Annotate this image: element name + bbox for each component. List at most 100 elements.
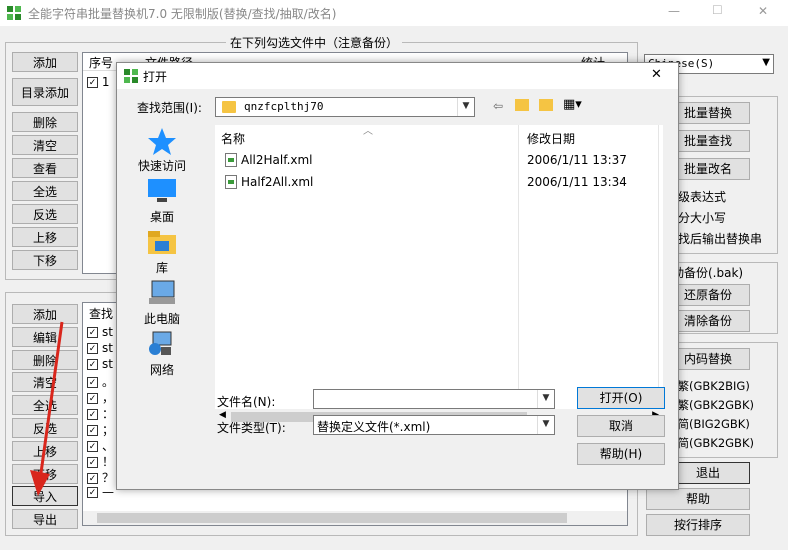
dialog-close-icon[interactable]: ✕ <box>651 67 662 82</box>
rule-row-text: ， <box>102 391 115 405</box>
rule-row-text: ！ <box>102 455 115 469</box>
open-button[interactable]: 打开(O) <box>577 387 665 409</box>
rule-row-text: ： <box>102 407 115 421</box>
rule-row-checkbox[interactable]: ✓ <box>87 393 98 404</box>
quick-access-icon <box>117 127 207 157</box>
dialog-app-icon <box>123 68 139 87</box>
top-button-5[interactable]: 全选 <box>12 181 78 201</box>
rule-row-checkbox[interactable]: ✓ <box>87 327 98 338</box>
dialog-help-button[interactable]: 帮助(H) <box>577 443 665 465</box>
back-icon[interactable]: ⇦ <box>493 99 503 113</box>
rule-row-checkbox[interactable]: ✓ <box>87 359 98 370</box>
place-label: 此电脑 <box>143 312 180 326</box>
rule-row-checkbox[interactable]: ✓ <box>87 377 98 388</box>
rule-row-checkbox[interactable]: ✓ <box>87 441 98 452</box>
rule-row-text: 、 <box>102 439 115 453</box>
place-label: 桌面 <box>149 210 174 224</box>
open-file-dialog: 打开 ✕ 查找范围(I): qnzfcplthj70 ▼ ⇦ ▦▾ 快速访问桌面… <box>116 62 679 490</box>
rule-row-checkbox[interactable]: ✓ <box>87 409 98 420</box>
rule-row[interactable]: ✓ — <box>87 485 114 501</box>
conversion-option-3[interactable]: 转简(GBK2GBK) <box>666 435 754 451</box>
file-row-checkbox[interactable]: ✓ <box>87 77 98 88</box>
bottom-button-9[interactable]: 导出 <box>12 509 78 530</box>
maximize-icon[interactable]: ☐ <box>712 3 723 17</box>
rule-row[interactable]: ✓？ <box>87 469 114 485</box>
top-button-6[interactable]: 反选 <box>12 204 78 224</box>
top-button-1[interactable]: 目录添加 <box>12 78 78 106</box>
col-date[interactable]: 修改日期 <box>527 130 575 147</box>
dialog-title: 打开 <box>143 70 168 84</box>
xml-file-icon <box>225 175 237 189</box>
file-date: 2006/1/11 13:37 <box>527 153 627 167</box>
library-icon <box>117 229 207 259</box>
minimize-icon[interactable]: — <box>668 4 680 18</box>
place-quick-access[interactable]: 快速访问 <box>117 127 207 174</box>
file-list-item[interactable]: Half2All.xml 2006/1/11 13:34 <box>215 171 663 193</box>
rule-row[interactable]: ✓。 <box>87 373 114 389</box>
close-icon[interactable]: ✕ <box>758 4 768 18</box>
scroll-thumb[interactable] <box>97 513 567 523</box>
target-files-group-title: 在下列勾选文件中（注意备份） <box>226 34 403 51</box>
look-in-label: 查找范围(I): <box>137 101 202 115</box>
top-button-0[interactable]: 添加 <box>12 52 78 72</box>
up-folder-icon[interactable] <box>515 99 529 111</box>
place-this-pc[interactable]: 此电脑 <box>117 280 207 327</box>
rule-row-text: ？ <box>102 471 115 485</box>
rule-row[interactable]: ✓， <box>87 389 114 405</box>
rule-row[interactable]: ✓ st <box>87 325 113 341</box>
help-button[interactable]: 帮助 <box>646 488 750 510</box>
sort-lines-button[interactable]: 按行排序 <box>646 514 750 536</box>
file-browser[interactable]: ︿ 名称 修改日期 All2Half.xml 2006/1/11 13:37 Hal… <box>215 125 663 425</box>
place-library[interactable]: 库 <box>117 229 207 276</box>
rule-row-text: ； <box>102 423 115 437</box>
place-network[interactable]: 网络 <box>117 331 207 378</box>
rule-row[interactable]: ✓ st <box>87 357 113 373</box>
cancel-button[interactable]: 取消 <box>577 415 665 437</box>
filetype-select[interactable]: 替换定义文件(*.xml) ▼ <box>313 415 555 435</box>
look-in-select[interactable]: qnzfcplthj70 ▼ <box>215 97 475 117</box>
app-icon <box>6 5 22 21</box>
file-date: 2006/1/11 13:34 <box>527 175 627 189</box>
filename-input[interactable]: ▼ <box>313 389 555 409</box>
rule-row-text: st <box>102 325 113 339</box>
rule-row-checkbox[interactable]: ✓ <box>87 425 98 436</box>
conversion-option-1[interactable]: 转繁(GBK2GBK) <box>666 397 754 413</box>
rule-row-checkbox[interactable]: ✓ <box>87 457 98 468</box>
folder-icon <box>222 101 236 113</box>
place-label: 快速访问 <box>137 159 186 173</box>
file-name: All2Half.xml <box>241 153 313 167</box>
rule-row-checkbox[interactable]: ✓ <box>87 487 98 498</box>
col-index[interactable]: 序号 <box>89 54 113 71</box>
rule-row-checkbox[interactable]: ✓ <box>87 473 98 484</box>
place-desktop[interactable]: 桌面 <box>117 178 207 225</box>
filetype-label: 文件类型(T): <box>217 421 286 435</box>
filename-label: 文件名(N): <box>217 395 276 409</box>
rule-row[interactable]: ✓！ <box>87 453 114 469</box>
annotation-arrow <box>30 321 64 496</box>
rule-row[interactable]: ✓ st <box>87 341 113 357</box>
top-button-2[interactable]: 删除 <box>12 112 78 132</box>
rule-row[interactable]: ✓： <box>87 405 114 421</box>
rule-row[interactable]: ✓、 <box>87 437 114 453</box>
rule-row-text: st <box>102 357 113 371</box>
option-2[interactable]: 查找后输出替换串 <box>666 230 762 247</box>
top-button-7[interactable]: 上移 <box>12 227 78 247</box>
desktop-icon <box>117 178 207 208</box>
file-list-item[interactable]: All2Half.xml 2006/1/11 13:37 <box>215 149 663 171</box>
rule-row-checkbox[interactable]: ✓ <box>87 343 98 354</box>
file-name: Half2All.xml <box>241 175 314 189</box>
rules-horizontal-scrollbar[interactable] <box>83 511 627 525</box>
file-row-index: 1 <box>101 75 110 89</box>
new-folder-icon[interactable] <box>539 99 553 111</box>
rule-row-text: st <box>102 341 113 355</box>
network-icon <box>117 331 207 361</box>
view-menu-icon[interactable]: ▦▾ <box>563 97 582 112</box>
col-name[interactable]: 名称 <box>221 130 245 147</box>
top-button-3[interactable]: 清空 <box>12 135 78 155</box>
top-button-8[interactable]: 下移 <box>12 250 78 270</box>
place-label: 网络 <box>149 363 174 377</box>
col-find[interactable]: 查找 <box>89 305 113 322</box>
rule-row[interactable]: ✓； <box>87 421 114 437</box>
top-button-4[interactable]: 查看 <box>12 158 78 178</box>
file-row[interactable]: ✓ 1 <box>87 75 109 91</box>
